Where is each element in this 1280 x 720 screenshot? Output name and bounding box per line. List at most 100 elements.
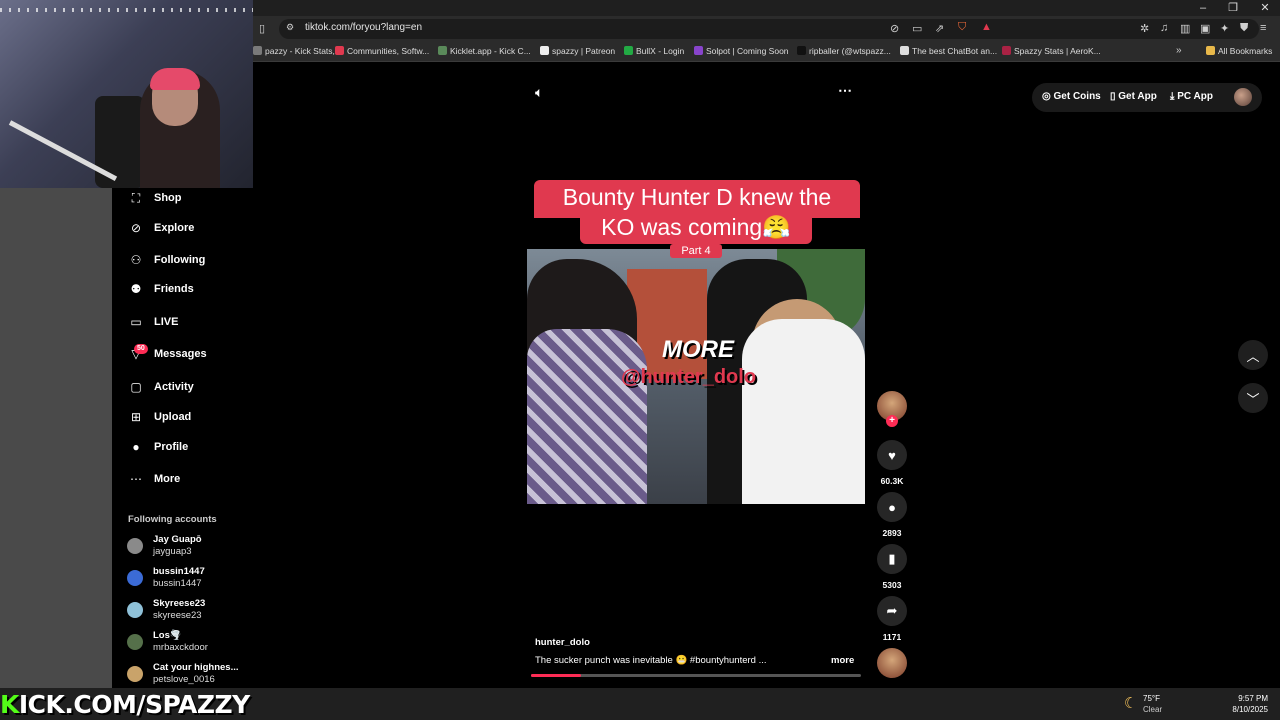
avatar: [127, 634, 143, 650]
following-account-item[interactable]: bussin1447 bussin1447: [127, 566, 253, 590]
wallet-icon[interactable]: ▣: [1200, 22, 1210, 35]
account-handle: bussin1447: [153, 578, 202, 589]
no-tracking-icon[interactable]: ⊘: [890, 22, 899, 35]
previous-video-button[interactable]: ︿: [1238, 340, 1268, 370]
media-icon[interactable]: ♫: [1160, 22, 1168, 34]
following-account-item[interactable]: Jay Guapō jayguap3: [127, 534, 253, 558]
bookmark-button[interactable]: ▮: [877, 544, 907, 574]
sidebar-item-label: Friends: [154, 283, 194, 295]
bookmark-item[interactable]: Communities, Softw...: [335, 46, 429, 56]
kick-overlay-text: KICK.COM/SPAZZY: [0, 690, 250, 719]
user-avatar[interactable]: [1234, 88, 1252, 106]
share-icon[interactable]: ⇗: [935, 22, 944, 35]
folder-icon: [1206, 46, 1215, 55]
all-bookmarks[interactable]: All Bookmarks: [1206, 46, 1272, 56]
bookmark-item[interactable]: Solpot | Coming Soon: [694, 46, 789, 56]
site-info-icon[interactable]: ⚙: [286, 22, 294, 33]
clock-date[interactable]: 8/10/2025: [1220, 705, 1268, 714]
following-account-item[interactable]: Skyreese23 skyreese23: [127, 598, 253, 622]
bookmark-item[interactable]: Kicklet.app - Kick C...: [438, 46, 531, 56]
bookmark-icon: ▮: [888, 551, 896, 566]
get-app-button[interactable]: ▯ Get App: [1110, 91, 1157, 102]
sidebar-item-label: Messages: [154, 348, 207, 360]
extensions-icon[interactable]: ✲: [1140, 22, 1149, 35]
weather-condition[interactable]: Clear: [1143, 705, 1162, 714]
comment-icon: ●: [888, 499, 896, 515]
video-caption-line1: Bounty Hunter D knew the: [562, 184, 832, 210]
share-button[interactable]: ➦: [877, 596, 907, 626]
restore-icon[interactable]: ❐: [1218, 1, 1248, 15]
next-video-button[interactable]: ﹀: [1238, 383, 1268, 413]
video-author[interactable]: hunter_dolo: [535, 637, 590, 648]
minimize-icon[interactable]: –: [1188, 1, 1218, 15]
follow-plus-icon[interactable]: +: [886, 415, 898, 427]
vpn-icon[interactable]: ⛊: [1240, 22, 1248, 35]
sidebar-item-live[interactable]: ▭ LIVE: [128, 312, 178, 332]
pc-app-button[interactable]: ⤓ PC App: [1170, 91, 1213, 102]
friends-icon: ⚉: [130, 282, 142, 296]
sidebar-toggle-icon[interactable]: ▥: [1180, 22, 1190, 35]
upload-plus-icon: ⊞: [130, 410, 142, 424]
brave-rewards-icon[interactable]: ▲: [981, 21, 992, 33]
sidebar-item-friends[interactable]: ⚉ Friends: [128, 279, 194, 299]
following-account-item[interactable]: Cat your highnes... petslove_0016: [127, 662, 253, 686]
bookmark-item[interactable]: Spazzy Stats | AeroK...: [1002, 46, 1101, 56]
bookmark-item[interactable]: BullX - Login: [624, 46, 684, 56]
avatar: [127, 602, 143, 618]
following-account-item[interactable]: Los🌪️ mrbaxckdoor: [127, 630, 253, 654]
more-bookmarks-icon[interactable]: »: [1176, 45, 1182, 56]
brave-shield-icon[interactable]: ⛉: [958, 21, 966, 34]
bookmark-item[interactable]: pazzy - Kick Stats,...: [253, 46, 342, 56]
sidebar-item-label: LIVE: [154, 316, 179, 328]
webcam-overlay: [0, 0, 253, 188]
share-arrow-icon: ➦: [886, 603, 898, 618]
music-disc-icon[interactable]: [877, 648, 907, 678]
clock-time[interactable]: 9:57 PM: [1226, 694, 1268, 703]
account-name: Los🌪️: [153, 630, 182, 641]
sidebar-item-shop[interactable]: ⛶ Shop: [128, 188, 182, 208]
chevron-up-icon: ︿: [1246, 348, 1260, 364]
close-icon[interactable]: ✕: [1250, 1, 1280, 15]
sidebar-item-profile[interactable]: ● Profile: [128, 437, 188, 457]
comment-count: 2893: [882, 528, 902, 538]
activity-icon: ▢: [130, 380, 142, 394]
video-progress-bar[interactable]: [531, 674, 861, 677]
description-more-link[interactable]: more: [831, 655, 854, 666]
bookmark-count: 5303: [882, 580, 902, 590]
bookmark-item[interactable]: The best ChatBot an...: [900, 46, 997, 56]
account-handle: skyreese23: [153, 610, 202, 621]
heart-icon: ♥: [888, 447, 896, 463]
bookmark-item[interactable]: spazzy | Patreon: [540, 46, 615, 56]
more-dots-icon: ⋯: [130, 472, 142, 486]
live-tv-icon: ▭: [130, 315, 142, 329]
cast-icon[interactable]: ▭: [912, 22, 922, 35]
leo-ai-icon[interactable]: ✦: [1220, 22, 1229, 35]
sidebar-item-label: Profile: [154, 441, 189, 453]
sidebar-item-upload[interactable]: ⊞ Upload: [128, 407, 191, 427]
video-options-icon[interactable]: ⋯: [838, 82, 852, 99]
bookmark-favicon-icon: [900, 46, 909, 55]
url-field[interactable]: [279, 19, 1259, 39]
like-button[interactable]: ♥: [877, 440, 907, 470]
sidebar-item-more[interactable]: ⋯ More: [128, 469, 180, 489]
sidebar-item-label: Following: [154, 254, 206, 266]
sidebar-item-label: Upload: [154, 411, 192, 423]
get-coins-button[interactable]: ◎ Get Coins: [1042, 91, 1101, 102]
like-count: 60.3K: [880, 476, 904, 486]
volume-icon[interactable]: 🔈︎: [535, 84, 543, 101]
bookmark-item[interactable]: ripballer (@wtspazz...: [797, 46, 891, 56]
compass-icon: ⊘: [130, 221, 142, 235]
weather-temp[interactable]: 75°F: [1143, 694, 1160, 703]
sidebar-item-explore[interactable]: ⊘ Explore: [128, 218, 194, 238]
bookmark-favicon-icon: [253, 46, 262, 55]
menu-icon[interactable]: ≡: [1260, 22, 1266, 34]
account-handle: mrbaxckdoor: [153, 642, 208, 653]
account-name: Skyreese23: [153, 598, 206, 609]
bookmark-page-icon[interactable]: ▯: [259, 22, 265, 35]
shop-bag-icon: ⛶: [131, 190, 141, 205]
sidebar-item-following[interactable]: ⚇ Following: [128, 250, 206, 270]
comment-button[interactable]: ●: [877, 492, 907, 522]
url-text[interactable]: tiktok.com/foryou?lang=en: [305, 22, 422, 33]
video-caption-line2: KO was coming😤: [601, 214, 791, 240]
sidebar-item-activity[interactable]: ▢ Activity: [128, 377, 193, 397]
